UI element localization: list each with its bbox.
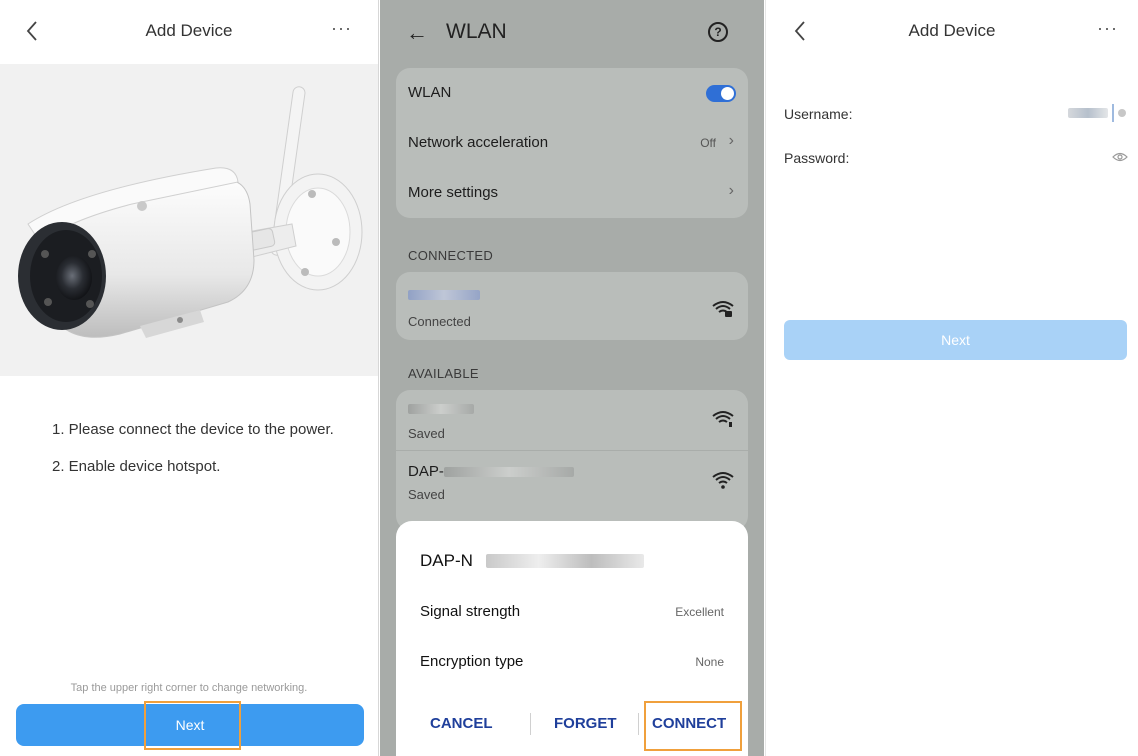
more-icon[interactable]: ··· <box>331 18 352 39</box>
username-field[interactable]: Username: <box>766 98 1138 130</box>
username-label: Username: <box>784 106 853 122</box>
encryption-type-value: None <box>695 655 724 669</box>
network-name: DAP- <box>408 463 444 480</box>
next-button[interactable]: Next <box>784 320 1127 360</box>
available-header: AVAILABLE <box>408 366 479 381</box>
clear-icon[interactable] <box>1118 109 1126 117</box>
cancel-button[interactable]: CANCEL <box>430 715 493 732</box>
encryption-type-label: Encryption type <box>420 653 524 670</box>
network-name-blurred <box>408 290 480 300</box>
wifi-icon <box>712 472 734 489</box>
more-icon[interactable]: ··· <box>1097 18 1118 39</box>
page-title: WLAN <box>446 20 507 43</box>
wlan-toggle[interactable] <box>706 85 736 102</box>
signal-strength-value: Excellent <box>675 605 724 619</box>
username-value-blurred <box>1068 108 1108 118</box>
step-1-text: 1. Please connect the device to the powe… <box>52 421 334 438</box>
step-2-text: 2. Enable device hotspot. <box>52 458 221 475</box>
back-arrow-icon[interactable]: ← <box>406 20 428 46</box>
camera-image <box>0 64 378 376</box>
network-dialog: DAP-N Signal strength Excellent Encrypti… <box>396 521 748 756</box>
signal-strength-label: Signal strength <box>420 603 521 620</box>
encryption-type-row: Encryption type None <box>420 647 724 677</box>
instructions: 1. Please connect the device to the powe… <box>52 420 352 494</box>
chevron-right-icon: › <box>728 182 734 199</box>
wlan-settings-screen: ← WLAN ? WLAN Network acceleration Off ›… <box>380 0 764 756</box>
divider <box>638 713 639 735</box>
network-acceleration-value: Off <box>700 136 716 150</box>
network-status: Saved <box>408 487 445 502</box>
password-field[interactable]: Password: <box>766 142 1138 174</box>
network-acceleration-label: Network acceleration <box>408 134 549 151</box>
network-acceleration-row[interactable]: Network acceleration Off › <box>396 118 748 168</box>
chevron-right-icon: › <box>728 132 734 149</box>
highlight-box <box>644 701 742 751</box>
wlan-settings-card: WLAN Network acceleration Off › More set… <box>396 68 748 218</box>
connected-header: CONNECTED <box>408 248 494 263</box>
password-label: Password: <box>784 150 850 166</box>
wlan-toggle-row[interactable]: WLAN <box>396 68 748 118</box>
wlan-label: WLAN <box>408 84 452 101</box>
wlan-header: ← WLAN ? <box>380 0 764 66</box>
available-network[interactable]: Saved <box>396 390 748 450</box>
wifi-icon <box>712 411 734 427</box>
more-settings-label: More settings <box>408 184 499 201</box>
toggle-knob <box>721 87 734 100</box>
connected-status: Connected <box>408 314 471 329</box>
page-title: Add Device <box>908 21 996 40</box>
connected-network[interactable]: Connected <box>396 272 748 340</box>
dialog-title-wrap: DAP-N <box>420 551 644 571</box>
top-bar: Add Device ··· <box>766 0 1138 62</box>
page-title: Add Device <box>145 21 233 40</box>
help-icon[interactable]: ? <box>708 22 728 42</box>
signal-strength-row: Signal strength Excellent <box>420 597 724 627</box>
wifi-locked-icon <box>712 301 734 317</box>
change-networking-hint: Tap the upper right corner to change net… <box>70 682 308 694</box>
available-network[interactable]: DAP- Saved <box>396 450 748 510</box>
network-name-blurred <box>408 404 474 414</box>
add-device-screen-2: Add Device ··· Username: Password: Next <box>765 0 1138 756</box>
network-name-blurred <box>486 554 644 568</box>
forget-button[interactable]: FORGET <box>554 715 617 732</box>
connected-card: Connected <box>396 272 748 340</box>
top-bar: Add Device ··· <box>0 0 378 62</box>
network-name-blurred <box>444 467 574 477</box>
eye-icon[interactable] <box>1112 152 1128 162</box>
highlight-box <box>144 701 241 750</box>
text-cursor <box>1112 104 1114 122</box>
dialog-title: DAP-N <box>420 551 473 570</box>
network-status: Saved <box>408 426 445 441</box>
divider <box>530 713 531 735</box>
add-device-screen-1: Add Device ··· 1. Please connect the dev… <box>0 0 379 756</box>
available-card: Saved DAP- Saved <box>396 390 748 530</box>
more-settings-row[interactable]: More settings › <box>396 168 748 218</box>
